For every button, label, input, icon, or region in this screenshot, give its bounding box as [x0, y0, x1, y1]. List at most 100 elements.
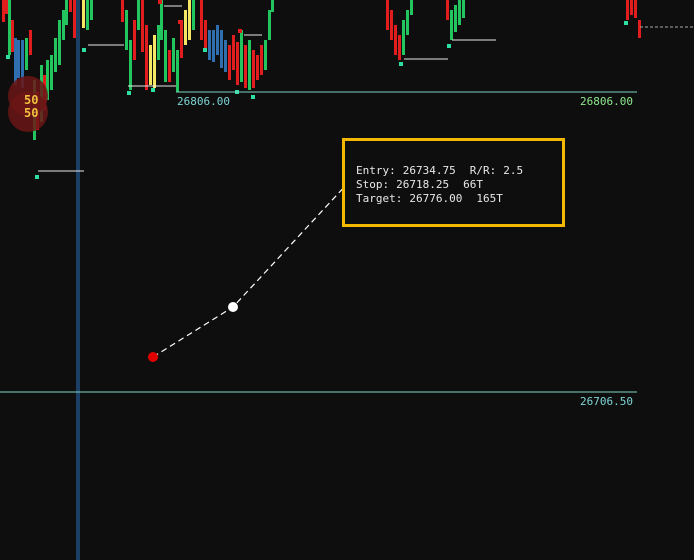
- price-bar: [228, 45, 231, 80]
- price-bar: [240, 30, 243, 82]
- price-bar: [58, 20, 61, 65]
- price-bar: [86, 0, 89, 30]
- price-chart[interactable]: 26806.00 26806.00 26706.50 50 50 Entry: 2…: [0, 0, 694, 560]
- price-bar: [220, 30, 223, 68]
- pivot-marker: [6, 55, 10, 59]
- price-bar: [630, 0, 633, 15]
- price-bar: [454, 5, 457, 32]
- price-bar: [121, 0, 124, 22]
- pivot-marker: [203, 48, 207, 52]
- volume-bubble-bottom: 50: [24, 106, 38, 120]
- price-bar: [248, 40, 251, 90]
- price-bar: [141, 0, 144, 52]
- vertical-cursor-line[interactable]: [76, 0, 80, 560]
- price-bar: [200, 0, 203, 40]
- level-label-lower-right: 26706.50: [580, 395, 633, 408]
- price-bar: [157, 25, 160, 60]
- level-label-upper-right: 26806.00: [580, 95, 633, 108]
- price-bar: [184, 10, 187, 45]
- trade-target-row: Target: 26776.00 165T: [356, 192, 503, 205]
- pivot-marker: [151, 88, 155, 92]
- price-bar: [212, 30, 215, 62]
- price-bar: [125, 10, 128, 50]
- price-bar: [73, 0, 76, 38]
- drag-handle-icon[interactable]: [228, 302, 238, 312]
- price-bar: [65, 0, 68, 25]
- price-bar: [172, 38, 175, 72]
- price-bar: [180, 20, 183, 58]
- price-bar: [638, 20, 641, 38]
- price-bar: [252, 50, 255, 88]
- price-bar: [50, 55, 53, 90]
- price-bar: [69, 0, 72, 12]
- price-bar: [232, 35, 235, 70]
- price-bar: [62, 10, 65, 40]
- price-bar: [149, 45, 152, 85]
- pivot-marker: [251, 95, 255, 99]
- stop-point-icon[interactable]: [148, 352, 158, 362]
- signal-marker: [238, 29, 242, 33]
- price-bar: [386, 0, 389, 30]
- pivot-marker: [447, 44, 451, 48]
- price-bar: [626, 0, 629, 20]
- pivot-marker: [399, 62, 403, 66]
- price-bar: [271, 0, 274, 12]
- price-bar: [188, 0, 191, 40]
- price-bar: [394, 25, 397, 55]
- volume-bubble[interactable]: 50 50: [8, 76, 48, 132]
- price-bar: [634, 0, 637, 18]
- level-label-upper-left: 26806.00: [177, 95, 230, 108]
- pivot-marker: [35, 175, 39, 179]
- pivot-marker: [82, 48, 86, 52]
- volume-bubble-top: 50: [24, 93, 38, 107]
- price-bar: [208, 30, 211, 60]
- pivot-marker: [624, 21, 628, 25]
- price-bar: [25, 38, 28, 70]
- price-bar: [458, 0, 461, 25]
- price-bar: [145, 25, 148, 90]
- price-bar: [390, 10, 393, 40]
- price-bar: [153, 35, 156, 88]
- price-bar: [224, 40, 227, 72]
- price-bar: [8, 0, 11, 55]
- price-bar: [90, 0, 93, 20]
- price-bar: [176, 50, 179, 92]
- price-bar: [164, 30, 167, 82]
- price-bar: [14, 38, 17, 85]
- price-bar: [216, 25, 219, 55]
- price-bar: [410, 0, 413, 15]
- price-bar: [5, 0, 8, 14]
- price-bar: [204, 20, 207, 50]
- price-bar: [446, 0, 449, 20]
- price-bar: [192, 0, 195, 30]
- price-bar: [2, 0, 5, 22]
- price-bar: [268, 10, 271, 40]
- price-bar: [236, 42, 239, 85]
- trade-stop-row: Stop: 26718.25 66T: [356, 178, 483, 191]
- price-bar: [168, 50, 171, 82]
- price-bar: [406, 10, 409, 35]
- price-bar: [137, 0, 140, 30]
- price-bar: [244, 45, 247, 88]
- price-bar: [17, 40, 20, 78]
- price-bar: [264, 40, 267, 70]
- price-bar: [54, 38, 57, 72]
- signal-marker: [158, 0, 162, 4]
- price-bar: [129, 40, 132, 90]
- price-bar: [133, 20, 136, 60]
- trade-info-box[interactable]: Entry: 26734.75 R/R: 2.5 Stop: 26718.25 66T T…: [342, 138, 565, 227]
- price-bar: [450, 10, 453, 40]
- price-bar: [11, 20, 14, 52]
- chart-canvas[interactable]: 26806.00 26806.00 26706.50 50 50 Entry: 2…: [0, 0, 694, 560]
- pivot-marker: [127, 91, 131, 95]
- price-bar: [160, 0, 163, 40]
- chart-background: [0, 0, 694, 560]
- price-bar: [256, 55, 259, 80]
- price-bar: [402, 20, 405, 55]
- price-bar: [260, 45, 263, 75]
- price-bar: [82, 0, 85, 28]
- price-bar: [398, 35, 401, 60]
- price-bar: [29, 30, 32, 55]
- price-bar: [462, 0, 465, 18]
- signal-marker: [178, 20, 182, 24]
